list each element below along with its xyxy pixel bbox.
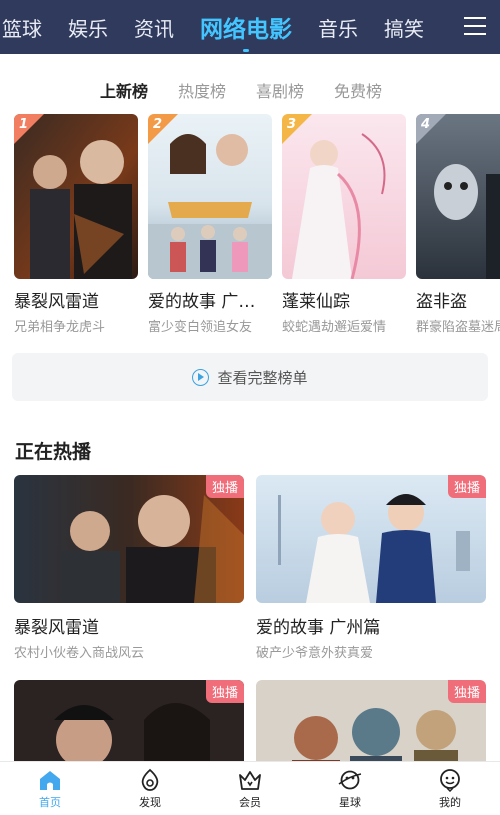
tab-entertainment[interactable]: 娱乐 [68, 13, 108, 42]
rank-number: 4 [421, 117, 431, 132]
bottom-nav-bar: 首页 发现 会员 星球 我的 [0, 761, 500, 815]
bottom-nav-label: 我的 [439, 795, 461, 809]
top-nav-tabs: 篮球 娱乐 资讯 网络电影 音乐 搞笑 [0, 0, 450, 54]
planet-icon [338, 770, 362, 789]
exclusive-badge: 独播 [205, 475, 244, 498]
tab-funny[interactable]: 搞笑 [384, 13, 424, 42]
top-nav-bar: 篮球 娱乐 资讯 网络电影 音乐 搞笑 [0, 0, 500, 54]
tab-music[interactable]: 音乐 [318, 13, 358, 42]
exclusive-badge: 独播 [447, 680, 486, 703]
movie-subtitle: 蛟蛇遇劫邂逅爱情 [282, 320, 387, 335]
movie-subtitle: 群豪陷盗墓迷局 [416, 320, 500, 335]
movie-poster: 2 [148, 114, 272, 279]
movie-title: 盗非盗 [416, 292, 467, 312]
video-thumbnail: 独播 [14, 475, 244, 603]
rank-number: 2 [153, 117, 163, 132]
tab-comedy[interactable]: 喜剧榜 [256, 78, 304, 102]
ranking-card[interactable]: 2 爱的故事 广州篇 富少变白领追女友 [148, 114, 272, 335]
ranking-card[interactable]: 4 盗非盗 群豪陷盗墓迷局 [416, 114, 500, 335]
view-full-list-label: 查看完整榜单 [217, 368, 308, 387]
rank-number: 1 [19, 117, 29, 132]
tab-news[interactable]: 资讯 [134, 13, 174, 42]
movie-title: 爱的故事 广州篇 [148, 292, 272, 312]
movie-poster: 4 [416, 114, 500, 279]
exclusive-badge: 独播 [205, 680, 244, 703]
ranking-card[interactable]: 1 暴裂风雷道 兄弟相争龙虎斗 [14, 114, 138, 335]
ranking-card[interactable]: 3 蓬莱仙踪 蛟蛇遇劫邂逅爱情 [282, 114, 406, 335]
view-full-list-button[interactable]: 查看完整榜单 [12, 353, 488, 401]
tab-basketball[interactable]: 篮球 [2, 13, 42, 42]
movie-title: 暴裂风雷道 [14, 292, 99, 312]
tab-popularity[interactable]: 热度榜 [178, 78, 226, 102]
tab-free[interactable]: 免费榜 [334, 78, 382, 102]
video-subtitle: 农村小伙卷入商战风云 [14, 646, 145, 661]
video-thumbnail: 独播 [256, 475, 486, 603]
hot-card[interactable]: 独播 暴裂风雷道 农村小伙卷入商战风云 [14, 475, 244, 661]
hot-card[interactable]: 独播 爱的故事 广州篇 破产少爷意外获真爱 [256, 475, 486, 661]
vip-crown-icon [239, 770, 261, 790]
tab-web-movies[interactable]: 网络电影 [200, 10, 292, 52]
bottom-nav-planet[interactable]: 星球 [300, 762, 400, 815]
video-title: 爱的故事 广州篇 [256, 618, 381, 638]
home-icon [40, 770, 60, 790]
play-circle-icon [192, 368, 210, 386]
bottom-nav-label: 首页 [39, 795, 61, 809]
video-title: 暴裂风雷道 [14, 618, 99, 638]
movie-subtitle: 兄弟相争龙虎斗 [14, 320, 106, 335]
ranking-list: 1 暴裂风雷道 兄弟相争龙虎斗 2 爱的故事 广州篇 富少变白领追女友 3 蓬莱… [14, 114, 500, 339]
bottom-nav-label: 星球 [339, 795, 361, 809]
discover-icon [141, 768, 159, 791]
bottom-nav-home[interactable]: 首页 [0, 762, 100, 815]
bottom-nav-label: 发现 [139, 795, 161, 809]
tab-new-releases[interactable]: 上新榜 [100, 78, 148, 102]
section-title-now-playing: 正在热播 [15, 441, 92, 463]
movie-title: 蓬莱仙踪 [282, 292, 350, 312]
rank-number: 3 [287, 117, 297, 132]
movie-subtitle: 富少变白领追女友 [148, 320, 253, 335]
bottom-nav-vip[interactable]: 会员 [200, 762, 300, 815]
exclusive-badge: 独播 [447, 475, 486, 498]
bottom-nav-label: 会员 [239, 795, 261, 809]
movie-poster: 1 [14, 114, 138, 279]
video-subtitle: 破产少爷意外获真爱 [256, 646, 374, 661]
ranking-tabs: 上新榜 热度榜 喜剧榜 免费榜 [100, 78, 412, 102]
movie-poster: 3 [282, 114, 406, 279]
bottom-nav-profile[interactable]: 我的 [400, 762, 500, 815]
bottom-nav-discover[interactable]: 发现 [100, 762, 200, 815]
profile-icon [440, 768, 460, 792]
menu-icon[interactable] [464, 17, 486, 37]
